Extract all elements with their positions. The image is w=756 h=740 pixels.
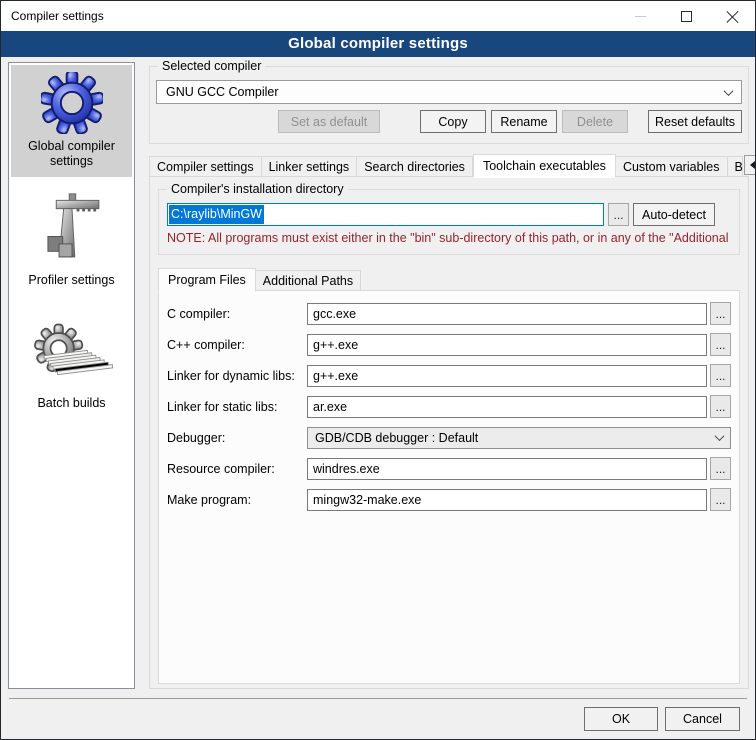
minimize-icon xyxy=(635,16,646,17)
installation-directory-group: Compiler's installation directory C:\ray… xyxy=(158,189,740,255)
field-label: C++ compiler: xyxy=(167,338,307,352)
field-row-make-program: Make program: ... xyxy=(167,488,731,511)
caliper-icon xyxy=(41,192,103,268)
minimize-button xyxy=(617,1,663,31)
field-label: Make program: xyxy=(167,493,307,507)
field-label: Linker for static libs: xyxy=(167,400,307,414)
settings-category-list: Global compiler settings xyxy=(8,62,135,689)
tab-search-directories[interactable]: Search directories xyxy=(357,156,473,177)
maximize-button[interactable] xyxy=(663,1,709,31)
program-files-page: C compiler: ... C++ compiler: ... xyxy=(158,290,740,684)
close-button[interactable] xyxy=(709,1,755,31)
title-bar: Compiler settings xyxy=(1,1,755,31)
cpp-compiler-input[interactable] xyxy=(307,334,707,356)
static-linker-input[interactable] xyxy=(307,396,707,418)
sidebar-item-label: Batch builds xyxy=(37,396,105,411)
field-label: C compiler: xyxy=(167,307,307,321)
footer-divider xyxy=(9,698,747,699)
main-panel: Selected compiler GNU GCC Compiler Set a… xyxy=(149,57,749,689)
chevron-down-icon xyxy=(724,86,734,96)
window-title: Compiler settings xyxy=(1,9,104,23)
sidebar-item-batch-builds[interactable]: Batch builds xyxy=(11,312,132,419)
sidebar-item-profiler-settings[interactable]: Profiler settings xyxy=(11,185,132,296)
field-label: Debugger: xyxy=(167,431,307,445)
field-row-debugger: Debugger: GDB/CDB debugger : Default xyxy=(167,426,731,449)
selected-path-text: C:\raylib\MinGW xyxy=(169,205,264,224)
debugger-select-value: GDB/CDB debugger : Default xyxy=(315,431,478,445)
browse-button[interactable]: ... xyxy=(710,333,731,356)
programs-notebook: Program Files Additional Paths C compile… xyxy=(158,267,740,684)
tab-program-files[interactable]: Program Files xyxy=(158,268,256,292)
field-row-static-linker: Linker for static libs: ... xyxy=(167,395,731,418)
dialog-banner: Global compiler settings xyxy=(1,31,755,57)
installation-directory-row: C:\raylib\MinGW ... Auto-detect xyxy=(167,203,731,226)
gray-gear-paper-stack-icon xyxy=(30,319,114,391)
field-row-dynamic-linker: Linker for dynamic libs: ... xyxy=(167,364,731,387)
delete-button: Delete xyxy=(562,110,628,133)
compiler-buttons-row: Set as default Copy Rename Delete Reset … xyxy=(156,110,742,133)
field-row-c-compiler: C compiler: ... xyxy=(167,302,731,325)
field-row-cpp-compiler: C++ compiler: ... xyxy=(167,333,731,356)
programs-tab-bar: Program Files Additional Paths xyxy=(158,267,740,291)
tab-compiler-settings[interactable]: Compiler settings xyxy=(149,156,262,177)
chevron-down-icon xyxy=(715,431,725,441)
window-controls xyxy=(617,1,755,31)
browse-button[interactable]: ... xyxy=(710,395,731,418)
browse-button[interactable]: ... xyxy=(710,457,731,480)
auto-detect-button[interactable]: Auto-detect xyxy=(633,203,715,226)
installation-note: NOTE: All programs must exist either in … xyxy=(167,231,731,245)
sidebar-item-label: Profiler settings xyxy=(28,273,114,288)
installation-directory-input[interactable]: C:\raylib\MinGW xyxy=(167,203,604,226)
maximize-icon xyxy=(681,11,692,22)
tab-toolchain-executables[interactable]: Toolchain executables xyxy=(473,154,616,178)
tab-scroll-left-button[interactable] xyxy=(744,155,756,175)
dialog-body: Global compiler settings xyxy=(1,57,755,739)
resource-compiler-input[interactable] xyxy=(307,458,707,480)
blue-gear-icon xyxy=(41,72,103,134)
browse-button[interactable]: ... xyxy=(710,488,731,511)
browse-directory-button[interactable]: ... xyxy=(608,203,629,226)
field-row-resource-compiler: Resource compiler: ... xyxy=(167,457,731,480)
browse-button[interactable]: ... xyxy=(710,302,731,325)
debugger-select[interactable]: GDB/CDB debugger : Default xyxy=(307,427,731,449)
copy-button[interactable]: Copy xyxy=(420,110,486,133)
arrow-left-icon xyxy=(750,161,755,169)
settings-tab-bar: Compiler settings Linker settings Search… xyxy=(149,153,749,177)
toolchain-executables-panel: Compiler's installation directory C:\ray… xyxy=(149,176,749,689)
tab-custom-variables[interactable]: Custom variables xyxy=(616,156,728,177)
c-compiler-input[interactable] xyxy=(307,303,707,325)
set-as-default-button: Set as default xyxy=(278,110,380,133)
reset-defaults-button[interactable]: Reset defaults xyxy=(648,110,742,133)
tab-linker-settings[interactable]: Linker settings xyxy=(262,156,358,177)
field-label: Resource compiler: xyxy=(167,462,307,476)
compiler-select-value: GNU GCC Compiler xyxy=(166,85,279,99)
browse-button[interactable]: ... xyxy=(710,364,731,387)
tab-scroll-buttons xyxy=(743,155,756,175)
cancel-button[interactable]: Cancel xyxy=(665,707,740,731)
sidebar-item-global-compiler-settings[interactable]: Global compiler settings xyxy=(11,65,132,177)
sidebar-item-label: Global compiler settings xyxy=(13,139,130,169)
selected-compiler-group: Selected compiler GNU GCC Compiler Set a… xyxy=(149,66,749,144)
compiler-select[interactable]: GNU GCC Compiler xyxy=(156,80,742,104)
field-label: Linker for dynamic libs: xyxy=(167,369,307,383)
tab-build-truncated[interactable]: Build xyxy=(728,156,743,177)
compiler-settings-dialog: Compiler settings Global compiler settin… xyxy=(0,0,756,740)
group-label: Selected compiler xyxy=(158,59,265,73)
ok-button[interactable]: OK xyxy=(584,707,658,731)
tab-additional-paths[interactable]: Additional Paths xyxy=(256,270,361,291)
make-program-input[interactable] xyxy=(307,489,707,511)
group-label: Compiler's installation directory xyxy=(167,182,348,196)
rename-button[interactable]: Rename xyxy=(491,110,557,133)
close-icon xyxy=(726,10,739,23)
dynamic-linker-input[interactable] xyxy=(307,365,707,387)
